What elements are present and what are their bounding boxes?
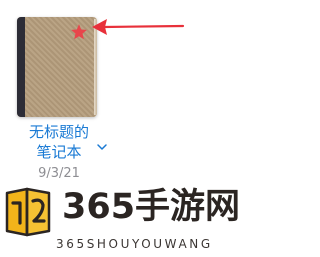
notebook-date: 9/3/21 xyxy=(38,166,80,181)
notebook-grid: 无标题的 笔记本 9/3/21 365手游网 365SHOUYOUWANG xyxy=(0,0,262,257)
notebook-spine xyxy=(17,17,25,117)
watermark-title: 365手游网 xyxy=(62,187,241,227)
notebook-title[interactable]: 无标题的 笔记本 xyxy=(14,122,104,162)
chevron-down-icon[interactable] xyxy=(96,142,108,152)
star-icon xyxy=(71,24,87,40)
notebook-title-line2: 笔记本 xyxy=(36,143,82,161)
arrow-left-icon xyxy=(92,19,185,35)
watermark-subtitle: 365SHOUYOUWANG xyxy=(56,237,213,251)
watermark-logo xyxy=(5,187,51,237)
notebook-cover[interactable] xyxy=(17,17,97,117)
notebook-title-line1: 无标题的 xyxy=(28,123,89,141)
